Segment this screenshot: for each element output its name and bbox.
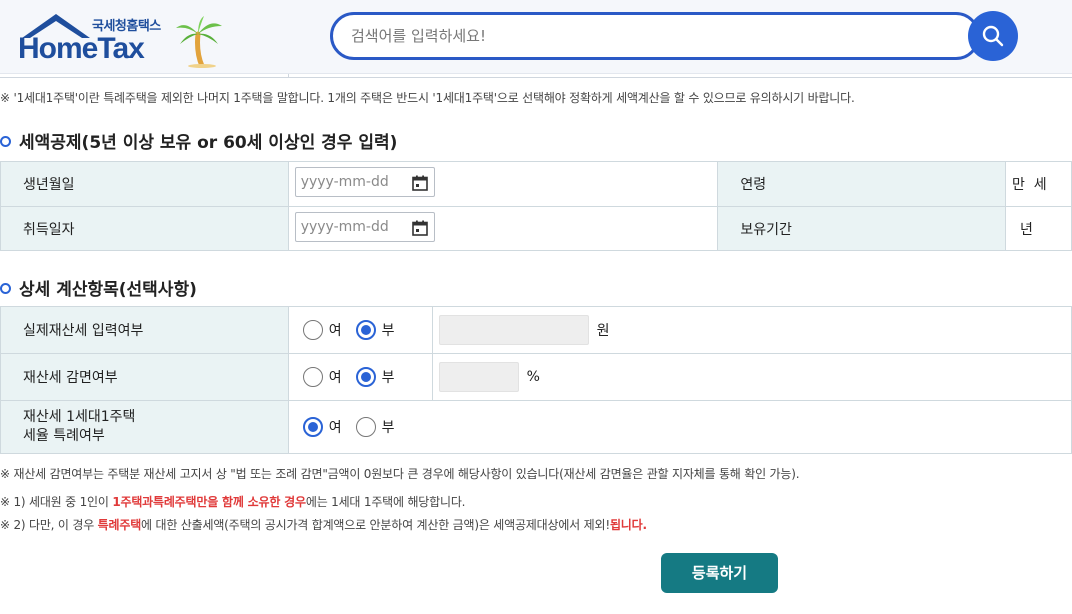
- note-line-2-highlight-end: 됩니다.: [609, 518, 647, 532]
- tax-reduction-radio-group: 여부: [287, 353, 433, 401]
- acquire-date-cell: yyyy-mm-dd: [287, 206, 719, 251]
- reduction-note: ※ 재산세 감면여부는 주택분 재산세 고지서 상 "법 또는 조례 감면"금액…: [0, 467, 800, 481]
- hometax-logo[interactable]: 국세청홈택스 HomeTax: [18, 10, 228, 68]
- search-button[interactable]: [968, 11, 1018, 61]
- special-rate-radio-group: 여부: [287, 400, 1072, 454]
- search-box[interactable]: [330, 12, 980, 60]
- tax-reduction-no-radio[interactable]: [355, 367, 376, 387]
- radio-label-no: 부: [381, 420, 395, 436]
- deduction-title-text: 세액공제(5년 이상 보유 or 60세 이상인 경우 입력): [19, 133, 398, 153]
- search-icon: [982, 25, 1004, 47]
- date-placeholder: yyyy-mm-dd: [300, 218, 389, 235]
- acquire-date-label: 취득일자: [0, 206, 289, 251]
- calendar-icon[interactable]: [411, 175, 428, 191]
- note-line-1-highlight: 1주택과특례주택만을 함께 소유한 경우: [112, 495, 306, 509]
- special-rate-label-line2: 세율 특례여부: [23, 428, 105, 444]
- details-title-text: 상세 계산항목(선택사항): [19, 280, 197, 300]
- special-rate-no-radio[interactable]: [355, 417, 376, 437]
- note-line-2-text-mid: 에 대한 산출세액(주택의 공시가격 합계액으로 안분하여 계산한 금액)은 세…: [141, 518, 606, 532]
- search-input[interactable]: [351, 24, 951, 48]
- actual-tax-yes-radio[interactable]: [302, 320, 323, 340]
- register-button[interactable]: 등록하기: [661, 553, 778, 593]
- tax-reduction-rate-input[interactable]: [438, 362, 519, 392]
- actual-tax-label: 실제재산세 입력여부: [0, 306, 289, 354]
- holding-period-value: 년: [1005, 206, 1072, 251]
- radio-label-yes: 여: [328, 323, 342, 339]
- palm-tree-icon: [176, 16, 222, 68]
- radio-label-no: 부: [381, 323, 395, 339]
- special-rate-label-line1: 재산세 1세대1주택: [23, 409, 136, 425]
- header: 국세청홈택스 HomeTax: [0, 0, 1072, 74]
- actual-tax-radio-group: 여부: [287, 306, 433, 354]
- tax-reduction-rate-cell: %: [431, 353, 1072, 401]
- age-value: 만 세: [1005, 161, 1072, 207]
- note-line-2-highlight: 특례주택: [97, 518, 142, 532]
- radio-label-no: 부: [381, 370, 395, 386]
- section-bullet-icon: [0, 136, 11, 147]
- radio-label-yes: 여: [328, 420, 342, 436]
- tax-reduction-yes-radio[interactable]: [302, 367, 323, 387]
- note-line-1-text: ※ 1) 세대원 중 1인이: [0, 495, 113, 509]
- actual-tax-amount-cell: 원: [431, 306, 1072, 354]
- calendar-icon[interactable]: [411, 220, 428, 236]
- actual-tax-amount-input[interactable]: [438, 315, 589, 345]
- details-section-title: 상세 계산항목(선택사항): [0, 275, 197, 300]
- actual-tax-no-radio[interactable]: [355, 320, 376, 340]
- previous-table-edge: [0, 74, 1072, 78]
- radio-label-yes: 여: [328, 370, 342, 386]
- birth-date-cell: yyyy-mm-dd: [287, 161, 719, 207]
- won-unit: 원: [596, 323, 610, 339]
- single-house-note: ※ '1세대1주택'이란 특례주택을 제외한 나머지 1주택을 말합니다. 1개…: [0, 91, 855, 105]
- note-line-2-text: ※ 2) 다만, 이 경우: [0, 518, 98, 532]
- birth-date-label: 생년월일: [0, 161, 289, 207]
- age-label: 연령: [717, 161, 1007, 207]
- logo-english-text: HomeTax: [18, 32, 145, 65]
- date-placeholder: yyyy-mm-dd: [300, 174, 389, 190]
- section-bullet-icon: [0, 283, 11, 294]
- details-table: 실제재산세 입력여부 여부 원 재산세 감면여부 여부 % 재산세 1세대1주택…: [0, 306, 1072, 454]
- acquire-date-input[interactable]: yyyy-mm-dd: [294, 211, 435, 242]
- deduction-section-title: 세액공제(5년 이상 보유 or 60세 이상인 경우 입력): [0, 128, 397, 153]
- note-line-2: ※ 2) 다만, 이 경우 특례주택에 대한 산출세액(주택의 공시가격 합계액…: [0, 516, 647, 533]
- note-line-1-text-end: 에는 1세대 1주택에 해당합니다.: [305, 495, 466, 509]
- deduction-table: 생년월일 yyyy-mm-dd 연령 만 세 취득일자 yyyy-mm-dd 보…: [0, 161, 1072, 251]
- birth-date-input[interactable]: yyyy-mm-dd: [294, 167, 435, 197]
- percent-unit: %: [526, 369, 540, 385]
- tax-reduction-label: 재산세 감면여부: [0, 353, 289, 401]
- special-rate-label: 재산세 1세대1주택 세율 특례여부: [0, 400, 289, 454]
- special-rate-yes-radio[interactable]: [302, 417, 323, 437]
- holding-period-label: 보유기간: [717, 206, 1007, 251]
- note-line-1: ※ 1) 세대원 중 1인이 1주택과특례주택만을 함께 소유한 경우에는 1세…: [0, 493, 465, 510]
